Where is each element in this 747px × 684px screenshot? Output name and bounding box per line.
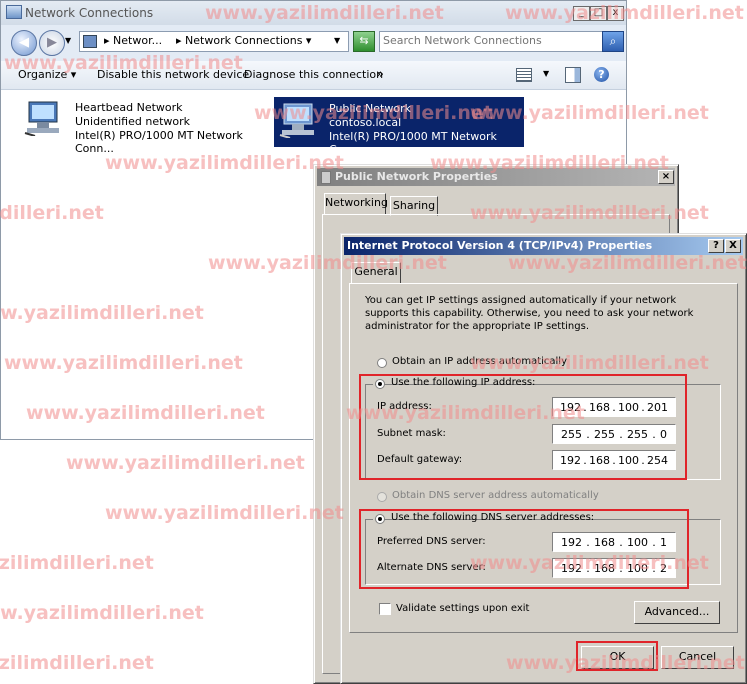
watermark-text: www.yazilimdilleri.net xyxy=(105,502,344,524)
watermark-layer: www.yazilimdilleri.net www.yazilimdiller… xyxy=(0,0,747,684)
watermark-text: www.yazilimdilleri.net xyxy=(4,352,243,374)
watermark-text: www.yazilimdilleri.net xyxy=(470,202,709,224)
watermark-text: www.yazilimdilleri.net xyxy=(105,152,344,174)
watermark-text: www.yazilimdilleri.net xyxy=(470,352,709,374)
watermark-text: www.yazilimdilleri.net xyxy=(254,102,493,124)
watermark-text: www.yazilimdilleri.net xyxy=(0,602,204,624)
watermark-text: www.yazilimdilleri.net xyxy=(0,652,154,674)
watermark-text: www.yazilimdilleri.net xyxy=(470,102,709,124)
watermark-text: www.yazilimdilleri.net xyxy=(26,402,265,424)
watermark-text: www.yazilimdilleri.net xyxy=(0,202,104,224)
watermark-text: www.yazilimdilleri.net xyxy=(208,252,447,274)
watermark-text: www.yazilimdilleri.net xyxy=(430,152,669,174)
watermark-text: www.yazilimdilleri.net xyxy=(506,652,745,674)
watermark-text: www.yazilimdilleri.net xyxy=(4,52,243,74)
watermark-text: www.yazilimdilleri.net xyxy=(508,252,747,274)
watermark-text: www.yazilimdilleri.net xyxy=(505,2,744,24)
watermark-text: www.yazilimdilleri.net xyxy=(66,452,305,474)
watermark-text: www.yazilimdilleri.net xyxy=(470,552,709,574)
watermark-text: www.yazilimdilleri.net xyxy=(0,552,154,574)
watermark-text: www.yazilimdilleri.net xyxy=(346,402,585,424)
watermark-text: www.yazilimdilleri.net xyxy=(0,302,204,324)
watermark-text: www.yazilimdilleri.net xyxy=(205,2,444,24)
